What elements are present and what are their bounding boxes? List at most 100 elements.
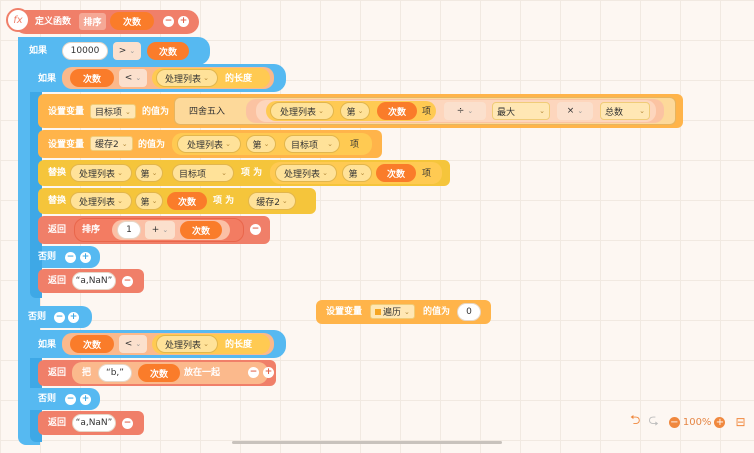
nth-label: 第 <box>348 169 358 180</box>
chevron-down-icon: ⌄ <box>639 107 645 115</box>
remove-param-button[interactable]: − <box>163 16 174 27</box>
rep2-value-dropdown[interactable]: 缓存2 ⌄ <box>248 192 296 210</box>
set2-var-dropdown[interactable]: 缓存2 ⌄ <box>90 136 133 151</box>
var-name: 遍历 <box>383 308 402 318</box>
else1-add-button[interactable]: + <box>80 252 91 263</box>
ret3-join-label: 把 <box>82 368 92 378</box>
param-var[interactable]: 次数 <box>110 12 154 30</box>
function-name-field[interactable]: 排序 <box>79 13 106 30</box>
list-name: 处理列表 <box>284 169 321 180</box>
horizontal-scrollbar[interactable] <box>232 441 502 444</box>
add-operator-dropdown[interactable]: + ⌄ <box>145 221 175 239</box>
fit-screen-icon[interactable]: ⊟ <box>735 415 745 429</box>
else3-label: 否则 <box>38 394 57 404</box>
ret3-add-button[interactable]: + <box>263 367 274 378</box>
else3-add-button[interactable]: + <box>80 394 91 405</box>
rep1-nth2-dropdown[interactable]: 第 ⌄ <box>342 164 372 182</box>
if2-var[interactable]: 次数 <box>70 69 114 87</box>
else3-remove-button[interactable]: − <box>65 394 76 405</box>
ret3-remove-button[interactable]: − <box>248 367 259 378</box>
add-operator: + <box>151 225 160 235</box>
rep2-nth-dropdown[interactable]: 第 ⌄ <box>135 192 163 210</box>
chevron-down-icon: ⌄ <box>125 107 131 116</box>
if3-list-dropdown[interactable]: 处理列表 ⌄ <box>156 335 218 353</box>
rep1-item2-label: 项 <box>422 169 432 179</box>
set2-nth-dropdown[interactable]: 第 ⌄ <box>246 135 276 153</box>
set1-as-label: 的值为 <box>142 107 170 117</box>
multiply-operator-dropdown[interactable]: × ⌄ <box>557 102 593 120</box>
set2-list-dropdown[interactable]: 处理列表 ⌄ <box>177 135 241 153</box>
rep1-nth-dropdown[interactable]: 第 ⌄ <box>135 164 163 182</box>
divide-operator-dropdown[interactable]: ÷ ⌄ <box>444 102 486 120</box>
chevron-down-icon: ⌄ <box>327 140 333 148</box>
chevron-down-icon: ⌄ <box>162 226 169 234</box>
set1-index-var[interactable]: 次数 <box>377 102 417 120</box>
max-label: 最大 <box>497 107 516 118</box>
ret2-remove-button[interactable]: − <box>122 276 133 287</box>
if1-operator-dropdown[interactable]: > ⌄ <box>113 42 141 60</box>
else2-remove-button[interactable]: − <box>54 312 65 323</box>
var-name: 目标项 <box>95 108 123 118</box>
chevron-down-icon: ⌄ <box>117 169 123 177</box>
if2-operator-dropdown[interactable]: < ⌄ <box>119 69 147 87</box>
floating-var-dropdown[interactable]: 遍历 ⌄ <box>370 304 415 319</box>
chevron-down-icon: ⌄ <box>221 169 227 177</box>
rep1-list2-dropdown[interactable]: 处理列表 ⌄ <box>275 164 337 182</box>
nth-label: 第 <box>140 197 150 208</box>
ret3-var[interactable]: 次数 <box>138 364 180 382</box>
nth-label: 第 <box>252 140 262 151</box>
floating-value-input[interactable]: 0 <box>457 303 481 321</box>
ret4-remove-button[interactable]: − <box>122 418 133 429</box>
zoom-out-button[interactable]: − <box>668 416 680 428</box>
if2-list-dropdown[interactable]: 处理列表 ⌄ <box>156 69 218 87</box>
ret1-number-input[interactable]: 1 <box>117 221 141 239</box>
else1-remove-button[interactable]: − <box>65 252 76 263</box>
set2-index-dropdown[interactable]: 目标项 ⌄ <box>284 135 340 153</box>
if2-operator: < <box>124 73 133 83</box>
list-name: 处理列表 <box>165 74 202 85</box>
redo-icon[interactable]: ⮎ <box>648 411 658 433</box>
if3-length-label: 的长度 <box>225 340 253 350</box>
set2-item-label: 项 <box>350 140 360 150</box>
ret2-string-input[interactable]: “a,NaN” <box>72 272 116 290</box>
add-param-button[interactable]: + <box>178 16 189 27</box>
total-dropdown[interactable]: 总数 ⌄ <box>600 102 650 120</box>
ret2-label: 返回 <box>48 276 67 286</box>
rep1-label: 替换 <box>48 168 67 178</box>
round-label: 四舍五入 <box>189 107 226 117</box>
set1-var-dropdown[interactable]: 目标项 ⌄ <box>90 104 136 119</box>
ret4-string-input[interactable]: “a,NaN” <box>72 414 116 432</box>
if3-var[interactable]: 次数 <box>70 335 114 353</box>
list-name: 处理列表 <box>79 169 116 180</box>
function-icon: fx <box>6 8 30 32</box>
rep1-index-dropdown[interactable]: 目标项 ⌄ <box>172 164 234 182</box>
undo-icon[interactable]: ⮌ <box>630 411 640 433</box>
else2-add-button[interactable]: + <box>68 312 79 323</box>
rep1-list-dropdown[interactable]: 处理列表 ⌄ <box>70 164 132 182</box>
rep1-index2-var[interactable]: 次数 <box>376 164 416 182</box>
set1-nth-dropdown[interactable]: 第 ⌄ <box>340 102 370 120</box>
if1-var[interactable]: 次数 <box>147 42 189 60</box>
nth-label: 第 <box>140 169 150 180</box>
ret1-var[interactable]: 次数 <box>180 221 222 239</box>
if3-operator-dropdown[interactable]: < ⌄ <box>119 335 147 353</box>
chevron-down-icon: ⌄ <box>203 340 209 348</box>
nth-label: 第 <box>346 107 356 118</box>
if1-number-input[interactable]: 10000 <box>62 42 108 60</box>
canvas-controls: ⮌ ⮎ − 100% + ⊟ <box>630 411 746 433</box>
quote-close-icon: ” <box>119 368 124 378</box>
chevron-down-icon: ⌄ <box>359 169 366 177</box>
max-dropdown[interactable]: 最大 ⌄ <box>492 102 550 120</box>
else1-label: 否则 <box>38 252 57 262</box>
chevron-down-icon: ⌄ <box>322 169 328 177</box>
set1-list-dropdown[interactable]: 处理列表 ⌄ <box>270 102 334 120</box>
rep2-index-var[interactable]: 次数 <box>167 192 207 210</box>
if3-operator: < <box>124 339 133 349</box>
ret1-remove-arg-button[interactable]: − <box>250 224 261 235</box>
else2-label: 否则 <box>28 312 47 322</box>
floating-as-label: 的值为 <box>423 307 451 317</box>
index-var: 目标项 <box>179 169 207 180</box>
ret3-string-input[interactable]: “b,” <box>98 364 132 382</box>
rep2-list-dropdown[interactable]: 处理列表 ⌄ <box>70 192 132 210</box>
zoom-in-button[interactable]: + <box>714 416 726 428</box>
